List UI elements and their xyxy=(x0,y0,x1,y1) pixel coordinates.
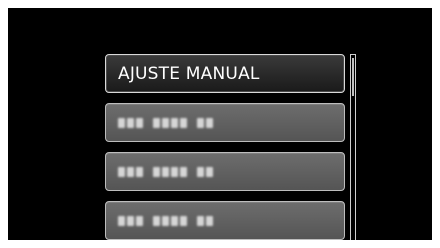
blurred-label xyxy=(118,166,213,177)
menu-list: AJUSTE MANUAL xyxy=(105,54,345,240)
blurred-label xyxy=(118,117,213,128)
menu-item-label: AJUSTE MANUAL xyxy=(118,63,260,84)
blurred-label xyxy=(118,215,213,226)
menu-item-blurred[interactable] xyxy=(105,103,345,142)
menu-item-ajuste-manual[interactable]: AJUSTE MANUAL xyxy=(105,54,345,93)
camera-menu-screen: AJUSTE MANUAL xyxy=(8,8,432,240)
menu-item-blurred[interactable] xyxy=(105,201,345,240)
menu-item-blurred[interactable] xyxy=(105,152,345,191)
menu-scrollbar[interactable] xyxy=(350,54,356,240)
scrollbar-thumb[interactable] xyxy=(352,58,354,96)
